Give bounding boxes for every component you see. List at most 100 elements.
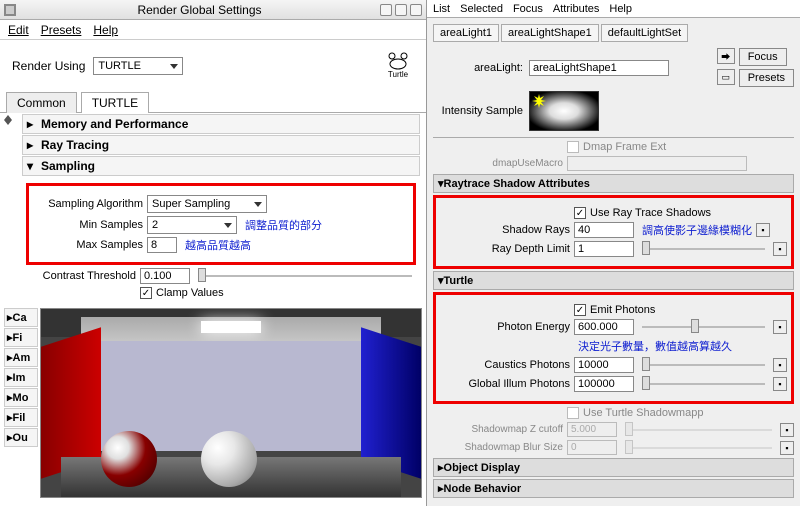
attr-menubar: List Selected Focus Attributes Help bbox=[427, 0, 800, 18]
ray-depth-slider[interactable] bbox=[642, 248, 765, 250]
section-raytracing[interactable]: ▸Ray Tracing bbox=[22, 135, 420, 155]
caustics-photons-input[interactable] bbox=[574, 357, 634, 373]
render-using-label: Render Using bbox=[12, 59, 85, 73]
ray-depth-label: Ray Depth Limit bbox=[440, 243, 570, 255]
render-using-row: Render Using TURTLE Turtle bbox=[0, 40, 426, 92]
tab-defaultlightset[interactable]: defaultLightSet bbox=[601, 24, 688, 42]
collapsed-fi[interactable]: ▸ Fi bbox=[4, 328, 38, 347]
connect-button[interactable]: ▪ bbox=[773, 242, 787, 256]
contrast-threshold-slider[interactable] bbox=[198, 275, 412, 277]
presets-button[interactable]: Presets bbox=[739, 69, 794, 87]
collapsed-ca[interactable]: ▸ Ca bbox=[4, 308, 38, 327]
section-object-display[interactable]: ▸ Object Display bbox=[433, 458, 794, 477]
collapsed-am[interactable]: ▸ Am bbox=[4, 348, 38, 367]
section-memory[interactable]: ▸Memory and Performance bbox=[22, 114, 420, 134]
menu-help-r[interactable]: Help bbox=[609, 3, 632, 15]
gi-photons-input[interactable] bbox=[574, 376, 634, 392]
preview-sphere-chrome bbox=[201, 431, 257, 487]
menu-focus[interactable]: Focus bbox=[513, 3, 543, 15]
sm-blur-label: Shadowmap Blur Size bbox=[433, 442, 563, 453]
photon-energy-input[interactable] bbox=[574, 319, 634, 335]
caustics-photons-slider[interactable] bbox=[642, 364, 765, 366]
dmap-use-macro-label: dmapUseMacro bbox=[433, 158, 563, 169]
tabs-row: Common TURTLE bbox=[0, 92, 426, 113]
connect-button[interactable]: ▪ bbox=[773, 358, 787, 372]
connect-button[interactable]: ▪ bbox=[773, 320, 787, 334]
collapsed-sections: ▸ Ca ▸ Fi ▸ Am ▸ Im ▸ Mo ▸ Fil ▸ Ou bbox=[4, 308, 38, 498]
arealight-name-input[interactable] bbox=[529, 60, 669, 76]
sm-blur-slider bbox=[625, 447, 772, 449]
shadow-rays-label: Shadow Rays bbox=[440, 224, 570, 236]
use-turtle-sm-label: Use Turtle Shadowmapp bbox=[583, 407, 703, 419]
focus-icon-button[interactable]: ⮕ bbox=[717, 48, 735, 64]
use-rts-checkbox[interactable]: ✓ bbox=[574, 207, 586, 219]
focus-button[interactable]: Focus bbox=[739, 48, 787, 66]
menu-selected[interactable]: Selected bbox=[460, 3, 503, 15]
titlebar: Render Global Settings bbox=[0, 0, 426, 20]
tab-turtle[interactable]: TURTLE bbox=[81, 92, 149, 113]
gi-photons-label: Global Illum Photons bbox=[440, 378, 570, 390]
menubar: Edit Presets Help bbox=[0, 20, 426, 40]
max-samples-input[interactable] bbox=[147, 237, 177, 253]
photon-energy-slider[interactable] bbox=[642, 326, 765, 328]
clamp-values-checkbox[interactable]: ✓ bbox=[140, 287, 152, 299]
window-title: Render Global Settings bbox=[22, 3, 377, 17]
turtle-highlight: ✓ Emit Photons Photon Energy ▪ 決定光子數量，數值越… bbox=[433, 292, 794, 404]
chevron-down-icon bbox=[170, 64, 178, 69]
collapsed-im[interactable]: ▸ Im bbox=[4, 368, 38, 387]
section-turtle[interactable]: ▾ Turtle bbox=[433, 271, 794, 290]
emit-photons-label: Emit Photons bbox=[590, 304, 655, 316]
menu-presets[interactable]: Presets bbox=[41, 23, 82, 37]
dmap-frame-ext-checkbox bbox=[567, 141, 579, 153]
emit-photons-checkbox[interactable]: ✓ bbox=[574, 304, 586, 316]
sampling-body: Sampling Algorithm Super Sampling Min Sa… bbox=[18, 177, 424, 306]
sm-z-input bbox=[567, 422, 617, 437]
render-using-dropdown[interactable]: TURTLE bbox=[93, 57, 183, 75]
connect-button[interactable]: ▪ bbox=[756, 223, 770, 237]
scroll-up-icon[interactable] bbox=[2, 115, 14, 125]
sm-blur-input bbox=[567, 440, 617, 455]
contrast-threshold-input[interactable] bbox=[140, 268, 190, 284]
collapsed-mo[interactable]: ▸ Mo bbox=[4, 388, 38, 407]
menu-edit[interactable]: Edit bbox=[8, 23, 29, 37]
intensity-sample-swatch[interactable] bbox=[529, 91, 599, 131]
max-samples-label: Max Samples bbox=[33, 239, 143, 251]
menu-help[interactable]: Help bbox=[93, 23, 118, 37]
caustics-photons-label: Caustics Photons bbox=[440, 359, 570, 371]
minimize-button[interactable] bbox=[380, 4, 392, 16]
raytrace-highlight: ✓Use Ray Trace Shadows Shadow Rays 調高使影子… bbox=[433, 195, 794, 269]
shadow-rays-input[interactable] bbox=[574, 222, 634, 238]
presets-icon-button[interactable]: ▭ bbox=[717, 69, 735, 85]
dmap-use-macro-input bbox=[567, 156, 747, 171]
gi-photons-slider[interactable] bbox=[642, 383, 765, 385]
preview-sphere-red bbox=[101, 431, 157, 487]
photon-energy-label: Photon Energy bbox=[440, 321, 570, 333]
section-node-behavior[interactable]: ▸ Node Behavior bbox=[433, 479, 794, 498]
collapsed-ou[interactable]: ▸ Ou bbox=[4, 428, 38, 447]
maximize-button[interactable] bbox=[395, 4, 407, 16]
section-sampling[interactable]: ▾Sampling bbox=[22, 156, 420, 176]
connect-button[interactable]: ▪ bbox=[780, 423, 794, 437]
connect-button[interactable]: ▪ bbox=[773, 377, 787, 391]
annotation-higher: 越高品質越高 bbox=[185, 237, 251, 253]
annotation-photon-count: 決定光子數量，數值越高算越久 bbox=[578, 338, 732, 354]
intensity-sample-label: Intensity Sample bbox=[433, 105, 523, 117]
chevron-down-icon bbox=[224, 223, 232, 228]
min-samples-dropdown[interactable]: 2 bbox=[147, 216, 237, 234]
connect-button[interactable]: ▪ bbox=[780, 441, 794, 455]
sampling-algo-label: Sampling Algorithm bbox=[33, 198, 143, 210]
menu-attributes[interactable]: Attributes bbox=[553, 3, 599, 15]
tab-common[interactable]: Common bbox=[6, 92, 77, 113]
annotation-blur-shadow: 調高使影子邊緣模糊化 bbox=[642, 222, 752, 238]
tab-arealight1[interactable]: areaLight1 bbox=[433, 24, 499, 42]
tab-arealightshape1[interactable]: areaLightShape1 bbox=[501, 24, 599, 42]
section-raytrace-shadow[interactable]: ▾ Raytrace Shadow Attributes bbox=[433, 174, 794, 193]
close-button[interactable] bbox=[410, 4, 422, 16]
sm-z-slider bbox=[625, 429, 772, 431]
menu-list[interactable]: List bbox=[433, 3, 450, 15]
attribute-editor-panel: List Selected Focus Attributes Help area… bbox=[427, 0, 800, 506]
annotation-quality: 調整品質的部分 bbox=[245, 217, 322, 233]
collapsed-fil[interactable]: ▸ Fil bbox=[4, 408, 38, 427]
ray-depth-input[interactable] bbox=[574, 241, 634, 257]
sampling-algo-dropdown[interactable]: Super Sampling bbox=[147, 195, 267, 213]
